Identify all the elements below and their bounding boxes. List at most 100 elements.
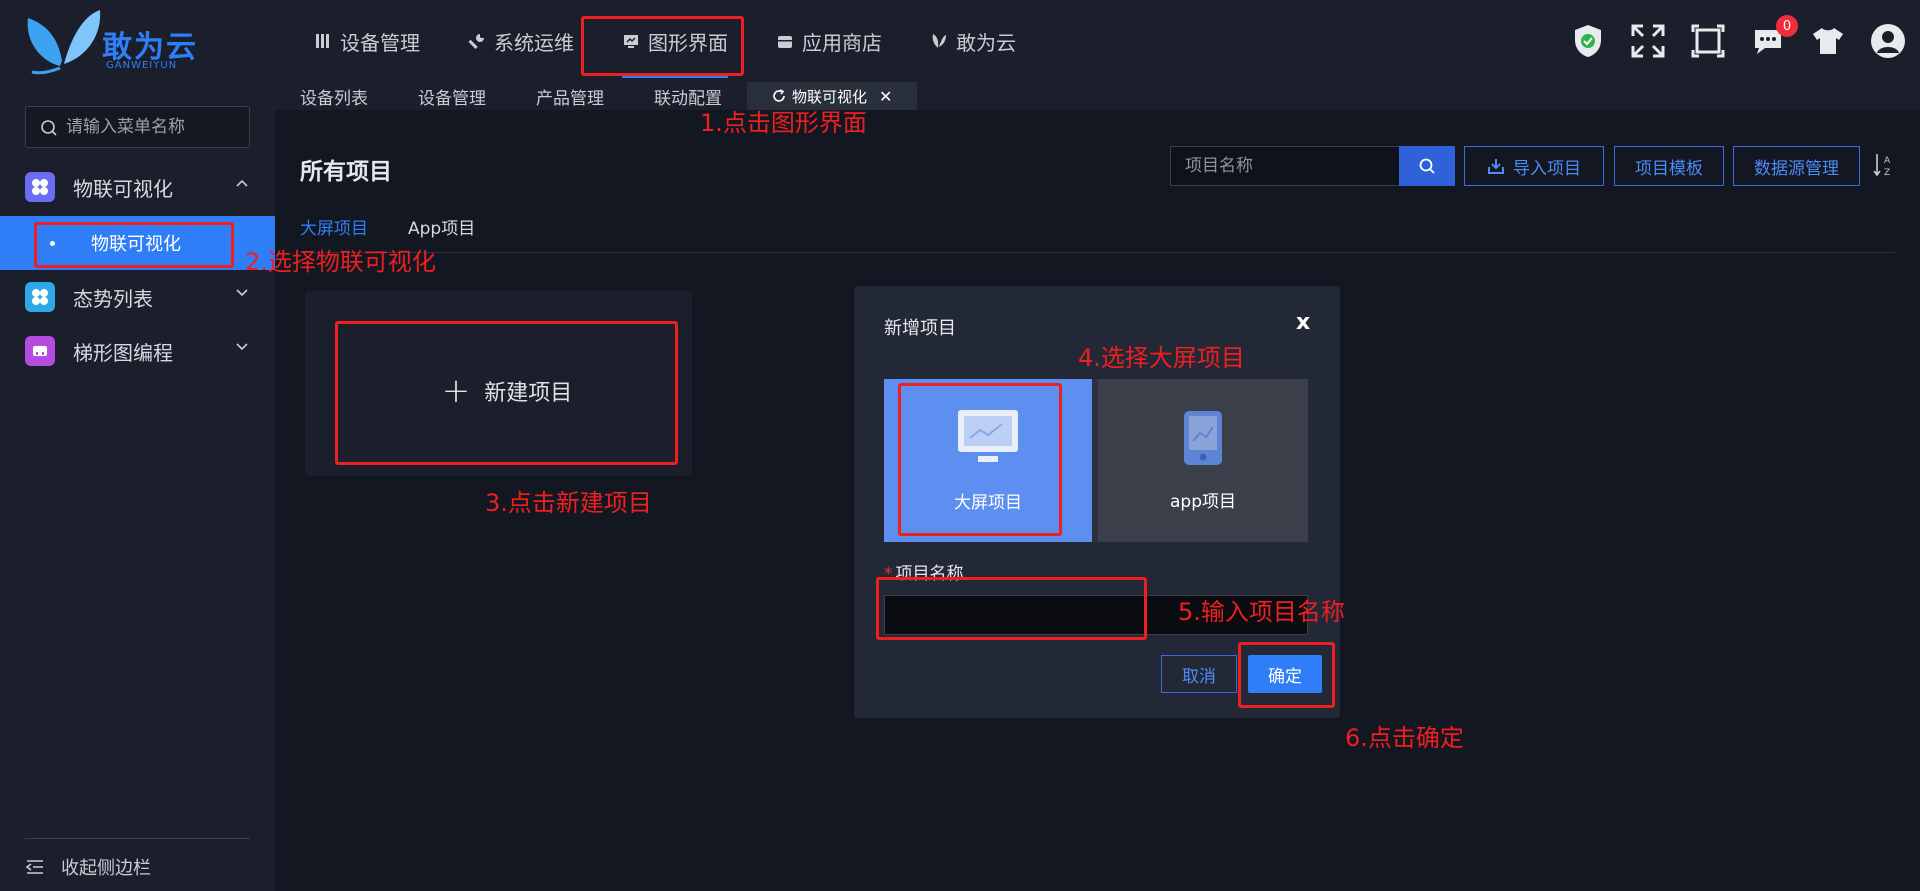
annotation-step-6: 6.点击确定 — [1345, 724, 1464, 752]
project-search-input[interactable] — [1185, 155, 1385, 177]
user-avatar-icon[interactable] — [1870, 23, 1906, 59]
search-icon — [41, 120, 57, 136]
butterfly-logo-icon — [27, 10, 101, 75]
search-button[interactable] — [1399, 146, 1455, 186]
chevron-down-icon — [236, 289, 248, 297]
close-tab-icon[interactable]: ✕ — [879, 87, 892, 106]
sort-az-icon[interactable]: AZ — [1872, 152, 1896, 178]
nav-label: 图形界面 — [648, 30, 728, 55]
divider — [300, 252, 1895, 253]
modal-close-button[interactable]: x — [1296, 310, 1310, 335]
new-project-label: 新建项目 — [484, 381, 573, 406]
project-search — [1170, 146, 1455, 186]
wrench-icon — [468, 34, 484, 49]
sidebar-group-label: 态势列表 — [73, 286, 153, 311]
tab-device-list[interactable]: 设备列表 — [275, 82, 393, 110]
field-label-text: 项目名称 — [895, 564, 964, 584]
store-icon — [778, 36, 792, 48]
sidebar: 物联可视化 物联可视化 态势列表 梯形图编程 收起侧边栏 — [0, 82, 275, 891]
nav-label: 设备管理 — [340, 30, 420, 55]
sidebar-group-iot-visualization[interactable]: 物联可视化 — [0, 160, 275, 214]
new-project-button[interactable]: + 新建项目 — [337, 321, 677, 461]
message-badge: 0 — [1776, 15, 1798, 37]
confirm-button[interactable]: 确定 — [1248, 655, 1322, 693]
annotation-step-4: 4.选择大屏项目 — [1078, 344, 1245, 372]
grid-icon — [25, 282, 55, 312]
top-right-icons: 0 — [1546, 0, 1906, 82]
required-mark: * — [884, 564, 893, 584]
tab-product-management[interactable]: 产品管理 — [511, 82, 629, 110]
subtab-bigscreen[interactable]: 大屏项目 — [300, 214, 368, 239]
svg-text:Z: Z — [1884, 168, 1890, 178]
sidebar-group-ladder-programming[interactable]: 梯形图编程 — [0, 324, 275, 378]
type-bigscreen-option[interactable]: 大屏项目 — [884, 379, 1092, 542]
plus-icon: + — [441, 371, 471, 411]
datasource-label: 数据源管理 — [1754, 158, 1839, 179]
import-project-button[interactable]: 导入项目 — [1464, 146, 1604, 186]
tab-label: 设备列表 — [300, 88, 368, 109]
annotation-step-3: 3.点击新建项目 — [485, 489, 652, 517]
type-app-option[interactable]: app项目 — [1098, 379, 1308, 542]
menu-search-input[interactable] — [66, 115, 241, 139]
butterfly-icon — [932, 34, 946, 48]
grid-icon — [25, 172, 55, 202]
brand-sub: GANWEIYUN — [106, 60, 178, 71]
sidebar-group-label: 物联可视化 — [73, 176, 173, 201]
datasource-management-button[interactable]: 数据源管理 — [1733, 146, 1860, 186]
project-name-label: * 项目名称 — [884, 559, 964, 584]
tab-label: 设备管理 — [418, 88, 486, 109]
monitor-icon — [624, 35, 638, 48]
main-nav: 设备管理 系统运维 图形界面 应用商店 敢为云 — [290, 0, 1040, 82]
chevron-up-icon — [236, 179, 248, 187]
nav-item-graphic-interface[interactable]: 图形界面 — [598, 0, 752, 82]
nav-item-ganweiyun[interactable]: 敢为云 — [906, 0, 1040, 82]
menu-search — [25, 106, 250, 148]
type-label: 大屏项目 — [954, 493, 1022, 513]
collapse-icon — [25, 860, 43, 874]
ladder-icon — [25, 336, 55, 366]
book-icon — [316, 34, 329, 48]
top-bar: 敢为云 GANWEIYUN 设备管理 系统运维 图形界面 应用商店 敢为云 0 — [0, 0, 1920, 82]
annotation-step-2: 2.选择物联可视化 — [245, 248, 436, 276]
collapse-label: 收起侧边栏 — [61, 858, 151, 879]
modal-title: 新增项目 — [884, 318, 956, 339]
sidebar-divider — [25, 838, 250, 839]
annotation-step-5: 5.输入项目名称 — [1178, 598, 1345, 626]
sidebar-item-iot-visualization[interactable]: 物联可视化 — [0, 216, 275, 270]
search-icon — [1419, 158, 1435, 174]
refresh-icon[interactable] — [772, 89, 786, 103]
collapse-sidebar-button[interactable]: 收起侧边栏 — [25, 852, 151, 882]
new-project-card: + 新建项目 — [305, 291, 692, 476]
message-icon[interactable]: 0 — [1750, 15, 1798, 59]
nav-label: 应用商店 — [802, 30, 882, 55]
import-icon — [1488, 159, 1504, 174]
template-label: 项目模板 — [1635, 158, 1703, 179]
subtab-app[interactable]: App项目 — [408, 214, 475, 239]
nav-item-device-management[interactable]: 设备管理 — [290, 0, 444, 82]
fullscreen-icon[interactable] — [1630, 23, 1666, 59]
shield-icon[interactable] — [1570, 23, 1606, 59]
type-label: app项目 — [1170, 492, 1236, 512]
svg-text:A: A — [1884, 156, 1891, 166]
sidebar-item-label: 物联可视化 — [91, 234, 181, 255]
nav-label: 敢为云 — [956, 30, 1016, 55]
nav-item-app-store[interactable]: 应用商店 — [752, 0, 906, 82]
annotation-step-1: 1.点击图形界面 — [700, 109, 867, 137]
cancel-button[interactable]: 取消 — [1161, 655, 1237, 693]
import-label: 导入项目 — [1513, 158, 1581, 179]
frame-icon[interactable] — [1690, 23, 1726, 59]
tab-label: 产品管理 — [536, 88, 604, 109]
page-title: 所有项目 — [300, 159, 392, 185]
phone-icon — [1184, 411, 1222, 465]
sidebar-group-label: 梯形图编程 — [73, 340, 173, 365]
sidebar-group-situation-list[interactable]: 态势列表 — [0, 270, 275, 324]
project-template-button[interactable]: 项目模板 — [1614, 146, 1724, 186]
nav-item-system-ops[interactable]: 系统运维 — [444, 0, 598, 82]
shirt-icon[interactable] — [1810, 23, 1846, 59]
monitor-icon — [958, 410, 1018, 462]
bullet-icon — [50, 240, 55, 246]
chevron-down-icon — [236, 343, 248, 351]
project-type-tabs: 大屏项目 App项目 — [300, 214, 515, 239]
logo[interactable]: 敢为云 GANWEIYUN — [20, 6, 200, 76]
tab-device-management[interactable]: 设备管理 — [393, 82, 511, 110]
